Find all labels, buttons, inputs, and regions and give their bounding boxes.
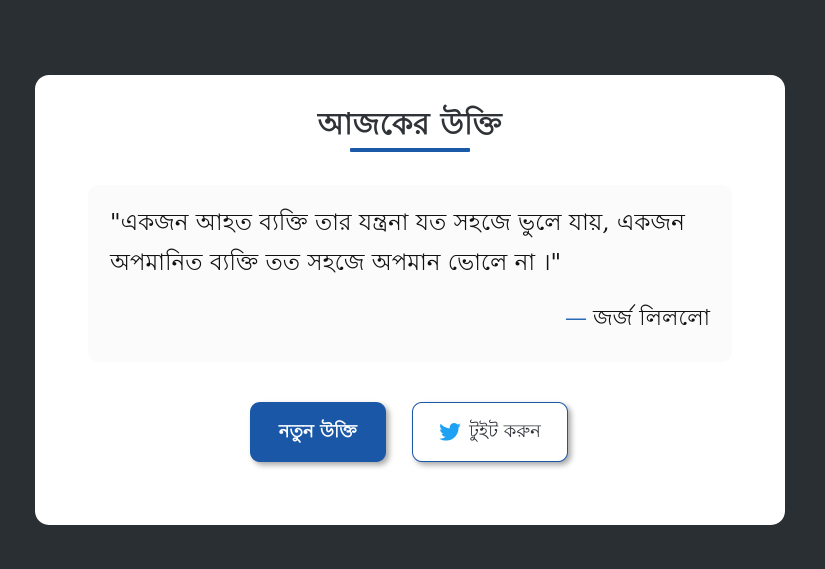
title-underline	[350, 148, 470, 152]
quote-box: "একজন আহত ব্যক্তি তার যন্ত্রনা যত সহজে ভ…	[88, 185, 732, 362]
tweet-label: টুইট করুন	[469, 420, 541, 442]
title-wrap: আজকের উক্তি	[35, 103, 785, 147]
quote-card: আজকের উক্তি "একজন আহত ব্যক্তি তার যন্ত্র…	[35, 75, 785, 525]
new-quote-label: নতুন উক্তি	[279, 420, 357, 442]
twitter-bird-icon	[439, 423, 461, 441]
card-title: আজকের উক্তি	[317, 107, 503, 142]
author-name: জর্জ লিললো	[592, 306, 710, 331]
quote-author: — জর্জ লিললো	[565, 301, 710, 338]
tweet-button[interactable]: টুইট করুন	[412, 402, 568, 462]
author-dash: —	[564, 306, 587, 331]
quote-text: "একজন আহত ব্যক্তি তার যন্ত্রনা যত সহজে ভ…	[110, 210, 685, 276]
new-quote-button[interactable]: নতুন উক্তি	[250, 402, 386, 462]
